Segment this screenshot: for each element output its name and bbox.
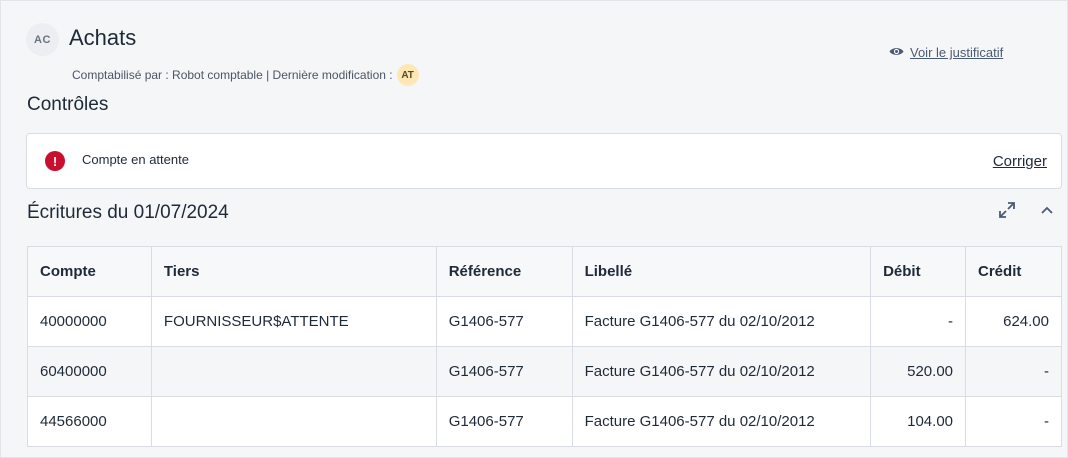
table-row[interactable]: 60400000 G1406-577 Facture G1406-577 du … bbox=[27, 346, 1062, 397]
cell-compte: 60400000 bbox=[27, 346, 152, 397]
control-item: ! Compte en attente Corriger bbox=[26, 133, 1062, 189]
error-icon: ! bbox=[45, 151, 65, 171]
cell-libelle: Facture G1406-577 du 02/10/2012 bbox=[571, 296, 872, 347]
table-row[interactable]: 44566000 G1406-577 Facture G1406-577 du … bbox=[27, 396, 1062, 447]
view-document-link[interactable]: Voir le justificatif bbox=[889, 45, 1003, 60]
cell-reference: G1406-577 bbox=[435, 296, 573, 347]
cell-tiers bbox=[150, 396, 437, 447]
page-title: Achats bbox=[69, 25, 137, 50]
meta-text: Comptabilisé par : Robot comptable | Der… bbox=[72, 68, 393, 82]
cell-reference: G1406-577 bbox=[435, 396, 573, 447]
control-message: Compte en attente bbox=[82, 152, 189, 167]
column-header: Débit bbox=[870, 246, 967, 297]
cell-debit: 104.00 bbox=[870, 396, 967, 447]
cell-credit: 624.00 bbox=[965, 296, 1062, 347]
modifier-avatar: AT bbox=[396, 64, 419, 86]
column-header: Compte bbox=[27, 246, 152, 297]
cell-tiers bbox=[150, 346, 437, 397]
cell-debit: - bbox=[870, 296, 967, 347]
cell-compte: 40000000 bbox=[27, 296, 152, 347]
entries-table: Compte Tiers Référence Libellé Débit Cré… bbox=[27, 246, 1062, 447]
cell-tiers: FOURNISSEUR$ATTENTE bbox=[150, 296, 437, 347]
avatar: AC bbox=[26, 23, 59, 56]
cell-debit: 520.00 bbox=[870, 346, 967, 397]
table-row[interactable]: 40000000 FOURNISSEUR$ATTENTE G1406-577 F… bbox=[27, 296, 1062, 347]
cell-credit: - bbox=[965, 346, 1062, 397]
cell-credit: - bbox=[965, 396, 1062, 447]
cell-libelle: Facture G1406-577 du 02/10/2012 bbox=[571, 396, 872, 447]
column-header: Référence bbox=[435, 246, 573, 297]
column-header: Tiers bbox=[150, 246, 437, 297]
table-header-row: Compte Tiers Référence Libellé Débit Cré… bbox=[27, 246, 1062, 297]
chevron-up-icon[interactable] bbox=[1037, 200, 1057, 220]
column-header: Libellé bbox=[571, 246, 872, 297]
fix-button[interactable]: Corriger bbox=[993, 153, 1047, 170]
expand-icon[interactable] bbox=[997, 200, 1017, 220]
eye-icon bbox=[889, 45, 904, 60]
cell-reference: G1406-577 bbox=[435, 346, 573, 397]
controls-section-title: Contrôles bbox=[27, 94, 109, 115]
column-header: Crédit bbox=[965, 246, 1062, 297]
page: AC Achats Comptabilisé par : Robot compt… bbox=[0, 0, 1068, 458]
cell-compte: 44566000 bbox=[27, 396, 152, 447]
entries-section-title: Écritures du 01/07/2024 bbox=[27, 202, 229, 223]
cell-libelle: Facture G1406-577 du 02/10/2012 bbox=[571, 346, 872, 397]
view-document-label[interactable]: Voir le justificatif bbox=[910, 45, 1003, 60]
posting-meta: Comptabilisé par : Robot comptable | Der… bbox=[72, 64, 419, 86]
